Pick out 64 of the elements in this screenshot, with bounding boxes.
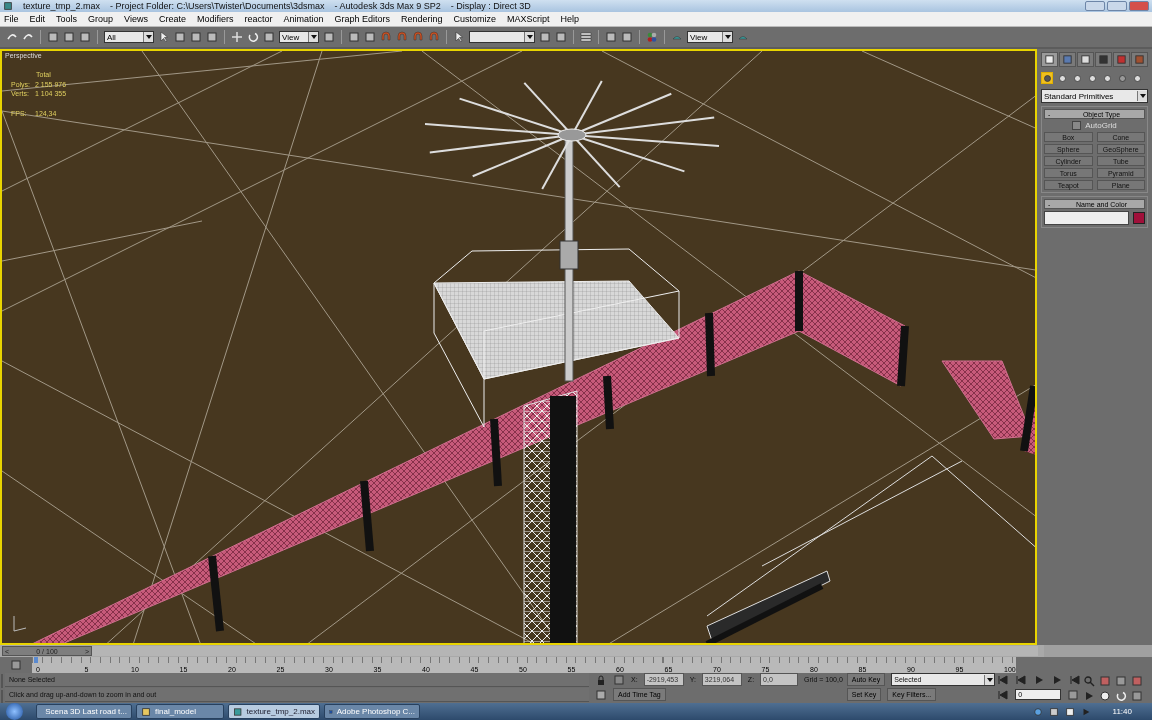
go-to-start-icon[interactable] xyxy=(997,673,1010,686)
category-dropdown[interactable]: Standard Primitives xyxy=(1041,89,1148,103)
taskbar-button[interactable]: Scena 3D Last road t... xyxy=(36,704,132,719)
coordinate-system-dropdown[interactable]: View xyxy=(279,31,319,43)
lock-icon[interactable] xyxy=(595,673,607,686)
category-button[interactable] xyxy=(1056,72,1068,84)
taskbar-button[interactable]: final_model xyxy=(136,704,224,719)
menu-item[interactable]: reactor xyxy=(244,14,273,24)
category-button[interactable] xyxy=(1071,72,1083,84)
previous-frame-icon[interactable] xyxy=(1015,673,1028,686)
spinner-snap-magnet-icon[interactable] xyxy=(428,31,440,43)
percent-snap-magnet-icon[interactable] xyxy=(412,31,424,43)
object-name-field[interactable] xyxy=(1044,211,1129,225)
select-arrow-icon[interactable] xyxy=(158,31,170,43)
menu-item[interactable]: Animation xyxy=(283,14,324,24)
category-button[interactable] xyxy=(1041,72,1053,84)
menu-item[interactable]: Help xyxy=(560,14,580,24)
start-button[interactable] xyxy=(6,703,23,720)
minimize-button[interactable] xyxy=(1085,1,1105,11)
caret-icon xyxy=(526,35,533,39)
app-icon[interactable] xyxy=(233,706,243,717)
snap-magnet-icon[interactable] xyxy=(380,31,392,43)
category-button[interactable] xyxy=(1116,72,1128,84)
window-title: - Project Folder: C:\Users\Twister\Documents\3dsmax xyxy=(110,1,325,11)
menu-item[interactable]: Group xyxy=(88,14,114,24)
axis-gizmo-icon xyxy=(13,615,27,632)
category-button[interactable] xyxy=(1101,72,1113,84)
caret-icon xyxy=(145,35,152,39)
window-title: - Display : Direct 3D xyxy=(450,1,531,11)
rotate-icon[interactable] xyxy=(247,31,259,43)
menu-item[interactable]: Rendering xyxy=(401,14,443,24)
render-type-dropdown[interactable]: View xyxy=(687,31,733,43)
taskbar-button[interactable]: Adobe Photoshop C... xyxy=(324,704,420,719)
caret-icon xyxy=(1139,94,1146,98)
object-color-swatch[interactable] xyxy=(1133,212,1145,224)
named-selection-dropdown[interactable] xyxy=(469,31,535,43)
menu-item[interactable]: Modifiers xyxy=(196,14,234,24)
move-icon[interactable] xyxy=(231,31,243,43)
window-title: texture_tmp_2.max xyxy=(23,1,101,11)
category-button[interactable] xyxy=(1086,72,1098,84)
window-title: - Autodesk 3ds Max 9 SP2 xyxy=(334,1,441,11)
category-button[interactable] xyxy=(1131,72,1143,84)
layers-icon[interactable] xyxy=(580,31,592,43)
named-selection-icon[interactable] xyxy=(453,31,465,43)
go-to-end-icon[interactable] xyxy=(1069,673,1082,686)
taskbar-button[interactable]: texture_tmp_2.max xyxy=(228,704,320,719)
clock: 11:40 xyxy=(1112,707,1132,716)
menu-item[interactable]: File xyxy=(4,14,19,24)
angle-snap-magnet-icon[interactable] xyxy=(396,31,408,43)
caret-icon xyxy=(724,35,731,39)
caret-icon xyxy=(986,677,993,682)
selection-filter-dropdown[interactable]: All xyxy=(104,31,154,43)
key-mode-toggle-icon[interactable] xyxy=(997,688,1010,701)
menu-item[interactable]: Tools xyxy=(56,14,78,24)
menu-item[interactable]: MAXScript xyxy=(507,14,550,24)
menu-item[interactable]: Views xyxy=(124,14,148,24)
app-icon xyxy=(3,1,13,11)
menu-item[interactable]: Customize xyxy=(453,14,497,24)
caret-icon xyxy=(310,35,317,39)
menu-item[interactable]: Edit xyxy=(29,14,46,24)
menu-item[interactable]: Graph Editors xyxy=(334,14,391,24)
restore-button[interactable] xyxy=(1107,1,1127,11)
menu-item[interactable]: Create xyxy=(158,14,186,24)
material-editor-icon[interactable] xyxy=(646,31,658,43)
